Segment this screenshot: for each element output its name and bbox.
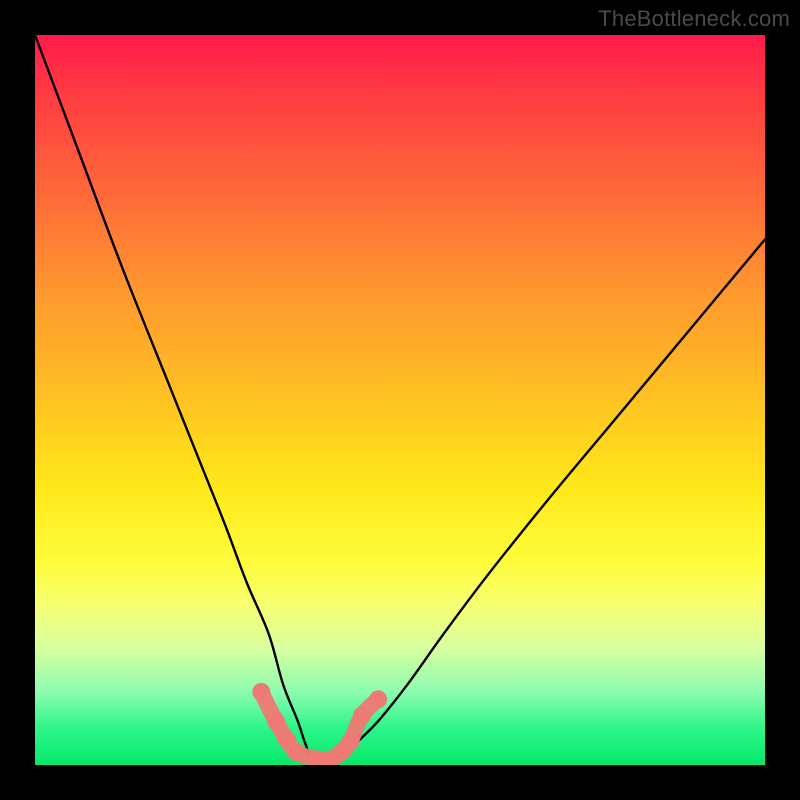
marker-dot [252,683,270,701]
curve-path [35,35,765,759]
chart-frame: TheBottleneck.com [0,0,800,800]
marker-dot [353,706,371,724]
bottleneck-curve [35,35,765,759]
marker-dots [252,683,387,765]
chart-plot-area [35,35,765,765]
marker-dot [267,712,285,730]
marker-dot [341,733,359,751]
chart-svg [35,35,765,765]
marker-dot [369,690,387,708]
watermark-label: TheBottleneck.com [598,6,790,32]
marker-dot [287,743,305,761]
